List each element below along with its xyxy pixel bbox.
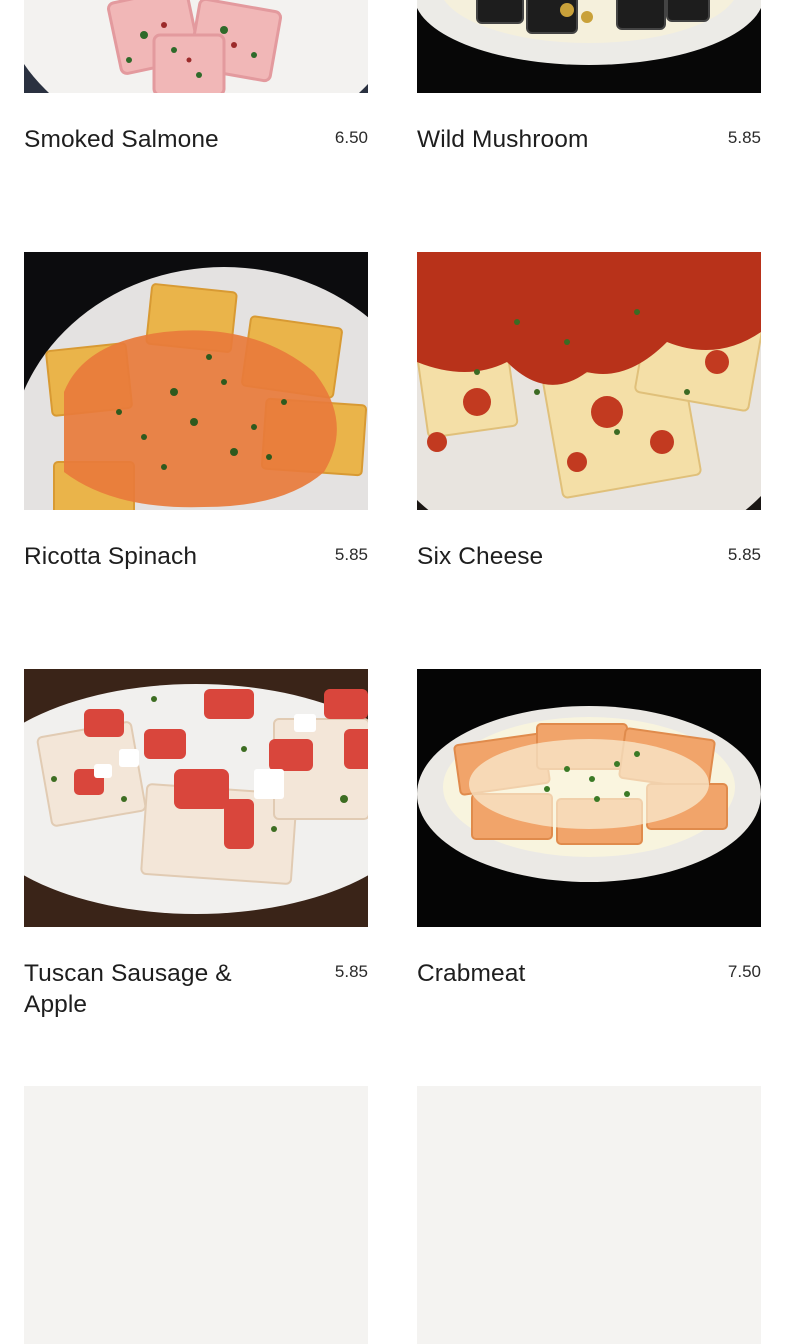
menu-item-card[interactable]: Smoked Salmone 6.50 bbox=[24, 0, 368, 155]
menu-item-card[interactable]: Six Cheese 5.85 bbox=[417, 252, 761, 572]
menu-item-image[interactable] bbox=[24, 1086, 368, 1344]
six-cheese-ravioli-photo bbox=[417, 252, 761, 510]
ravioli-photo bbox=[24, 1086, 368, 1344]
menu-item-name: Crabmeat bbox=[417, 960, 526, 987]
menu-item-image[interactable] bbox=[417, 0, 761, 93]
menu-item-card[interactable] bbox=[24, 1086, 368, 1344]
menu-item-card[interactable] bbox=[417, 1086, 761, 1344]
menu-item-card[interactable]: Wild Mushroom 5.85 bbox=[417, 0, 761, 155]
menu-item-price: 5.85 bbox=[727, 545, 761, 564]
menu-item-image[interactable] bbox=[417, 1086, 761, 1344]
menu-item-image[interactable] bbox=[24, 0, 368, 93]
menu-item-image[interactable] bbox=[24, 252, 368, 510]
menu-item-image[interactable] bbox=[417, 252, 761, 510]
crabmeat-ravioli-photo bbox=[417, 669, 761, 927]
menu-item-info: Tuscan Sausage & Apple 5.85 bbox=[24, 927, 368, 1020]
menu-item-name: Ricotta Spinach bbox=[24, 543, 198, 570]
menu-item-price: 5.85 bbox=[727, 128, 761, 147]
menu-item-name: Wild Mushroom bbox=[417, 126, 589, 153]
menu-item-image[interactable] bbox=[24, 669, 368, 927]
menu-item-price: 5.85 bbox=[334, 545, 368, 564]
menu-item-card[interactable]: Ricotta Spinach 5.85 bbox=[24, 252, 368, 572]
menu-item-price: 7.50 bbox=[727, 962, 761, 981]
mushroom-ravioli-photo bbox=[417, 0, 761, 93]
menu-grid: Smoked Salmone 6.50 Wild Mushroom 5.85 R… bbox=[0, 0, 785, 1344]
menu-item-name: Smoked Salmone bbox=[24, 126, 219, 153]
salmon-ravioli-photo bbox=[24, 0, 368, 93]
menu-item-name: Tuscan Sausage & Apple bbox=[24, 960, 232, 1018]
menu-item-price: 5.85 bbox=[334, 962, 368, 981]
menu-item-info: Smoked Salmone 6.50 bbox=[24, 93, 368, 155]
menu-item-card[interactable]: Crabmeat 7.50 bbox=[417, 669, 761, 989]
menu-item-card[interactable]: Tuscan Sausage & Apple 5.85 bbox=[24, 669, 368, 1020]
menu-item-image[interactable] bbox=[417, 669, 761, 927]
menu-item-price: 6.50 bbox=[334, 128, 368, 147]
ricotta-spinach-ravioli-photo bbox=[24, 252, 368, 510]
menu-item-info: Wild Mushroom 5.85 bbox=[417, 93, 761, 155]
tuscan-sausage-ravioli-photo bbox=[24, 669, 368, 927]
menu-item-info: Ricotta Spinach 5.85 bbox=[24, 510, 368, 572]
ravioli-photo bbox=[417, 1086, 761, 1344]
menu-item-name: Six Cheese bbox=[417, 543, 544, 570]
menu-item-info: Crabmeat 7.50 bbox=[417, 927, 761, 989]
menu-item-info: Six Cheese 5.85 bbox=[417, 510, 761, 572]
